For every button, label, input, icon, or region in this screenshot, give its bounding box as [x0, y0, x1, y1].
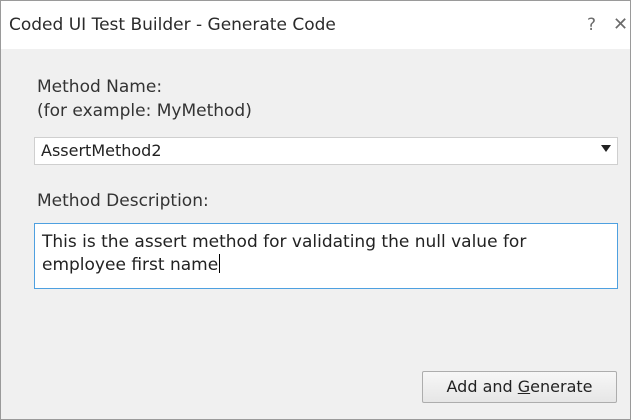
access-key: G: [517, 377, 531, 396]
method-description-label: Method Description:: [37, 191, 209, 211]
method-description-field[interactable]: This is the assert method for validating…: [34, 223, 618, 289]
method-description-text[interactable]: This is the assert method for validating…: [42, 231, 608, 277]
help-icon[interactable]: ?: [587, 15, 596, 35]
window-title: Coded UI Test Builder - Generate Code: [9, 15, 336, 35]
method-name-value[interactable]: AssertMethod2: [41, 141, 162, 160]
method-name-label: Method Name:: [37, 77, 163, 97]
chevron-down-icon[interactable]: [601, 145, 611, 152]
title-bar: Coded UI Test Builder - Generate Code ? …: [1, 1, 630, 49]
text-caret: [219, 254, 221, 273]
method-name-hint: (for example: MyMethod): [37, 101, 252, 121]
add-and-generate-button[interactable]: Add and Generate: [422, 371, 617, 403]
generate-code-dialog: Coded UI Test Builder - Generate Code ? …: [0, 0, 631, 420]
method-name-combobox[interactable]: AssertMethod2: [34, 137, 618, 165]
close-icon[interactable]: ✕: [613, 14, 628, 35]
